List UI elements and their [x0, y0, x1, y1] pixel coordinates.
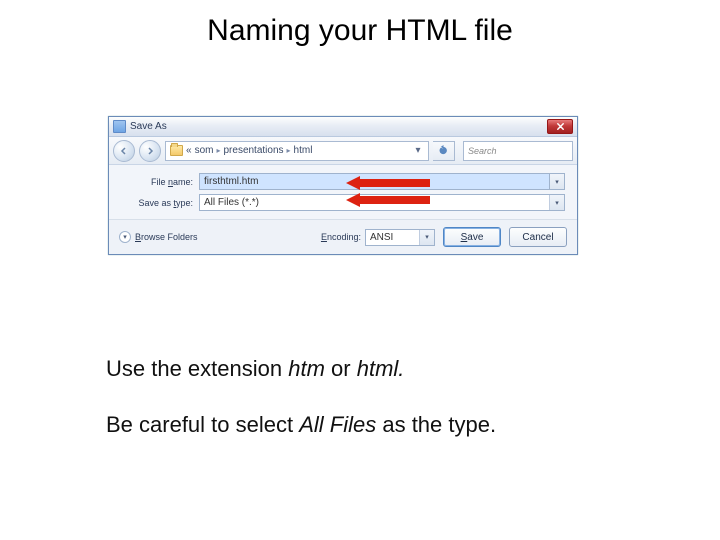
- breadcrumb-seg[interactable]: html: [294, 145, 313, 156]
- nav-forward-button[interactable]: [139, 140, 161, 162]
- filename-label: File name:: [121, 177, 193, 187]
- dialog-form-area: File name: ▾ Save as type: All Files (*.…: [109, 165, 577, 220]
- chevron-down-icon: ▾: [419, 230, 434, 245]
- nav-back-button[interactable]: [113, 140, 135, 162]
- dialog-titlebar: Save As: [109, 117, 577, 137]
- refresh-button[interactable]: [433, 141, 455, 161]
- slide-caption: Be careful to select All Files as the ty…: [106, 412, 496, 438]
- dialog-navbar: « som ▸ presentations ▸ html ▾ Search: [109, 137, 577, 165]
- breadcrumb-prefix: «: [186, 145, 192, 156]
- chevron-right-icon: ▸: [216, 146, 220, 155]
- search-placeholder: Search: [468, 146, 497, 156]
- browse-folders-toggle[interactable]: ▾ Browse Folders: [119, 231, 198, 243]
- slide-caption: Use the extension htm or html.: [106, 356, 404, 382]
- refresh-icon: [438, 145, 449, 156]
- folder-icon: [170, 145, 183, 156]
- close-button[interactable]: [547, 119, 573, 134]
- encoding-combobox[interactable]: ANSI ▾: [365, 229, 435, 246]
- chevron-right-icon: ▸: [287, 146, 291, 155]
- dialog-title: Save As: [130, 121, 167, 132]
- filetype-label: Save as type:: [121, 198, 193, 208]
- annotation-arrow: [346, 195, 430, 205]
- filetype-value: All Files (*.*): [204, 197, 259, 208]
- arrow-left-icon: [119, 146, 129, 156]
- filename-history-dropdown[interactable]: ▾: [550, 173, 565, 190]
- location-bar[interactable]: « som ▸ presentations ▸ html ▾: [165, 141, 429, 161]
- annotation-arrow: [346, 178, 430, 188]
- slide-title: Naming your HTML file: [0, 14, 720, 48]
- cancel-button[interactable]: Cancel: [509, 227, 567, 247]
- breadcrumb-seg[interactable]: som: [195, 145, 214, 156]
- save-button[interactable]: Save: [443, 227, 501, 247]
- close-icon: [556, 122, 565, 131]
- dialog-footer: ▾ Browse Folders Encoding: ANSI ▾ Save C…: [109, 220, 577, 254]
- chevron-down-icon: ▾: [549, 195, 564, 210]
- app-icon: [113, 120, 126, 133]
- arrow-right-icon: [145, 146, 155, 156]
- encoding-label: Encoding:: [321, 232, 361, 242]
- location-dropdown-icon[interactable]: ▾: [412, 145, 424, 156]
- chevron-down-icon: ▾: [119, 231, 131, 243]
- save-as-dialog: Save As « som ▸ presentations ▸ html ▾ S…: [108, 116, 578, 255]
- breadcrumb-seg[interactable]: presentations: [223, 145, 283, 156]
- search-input[interactable]: Search: [463, 141, 573, 161]
- encoding-value: ANSI: [370, 232, 393, 243]
